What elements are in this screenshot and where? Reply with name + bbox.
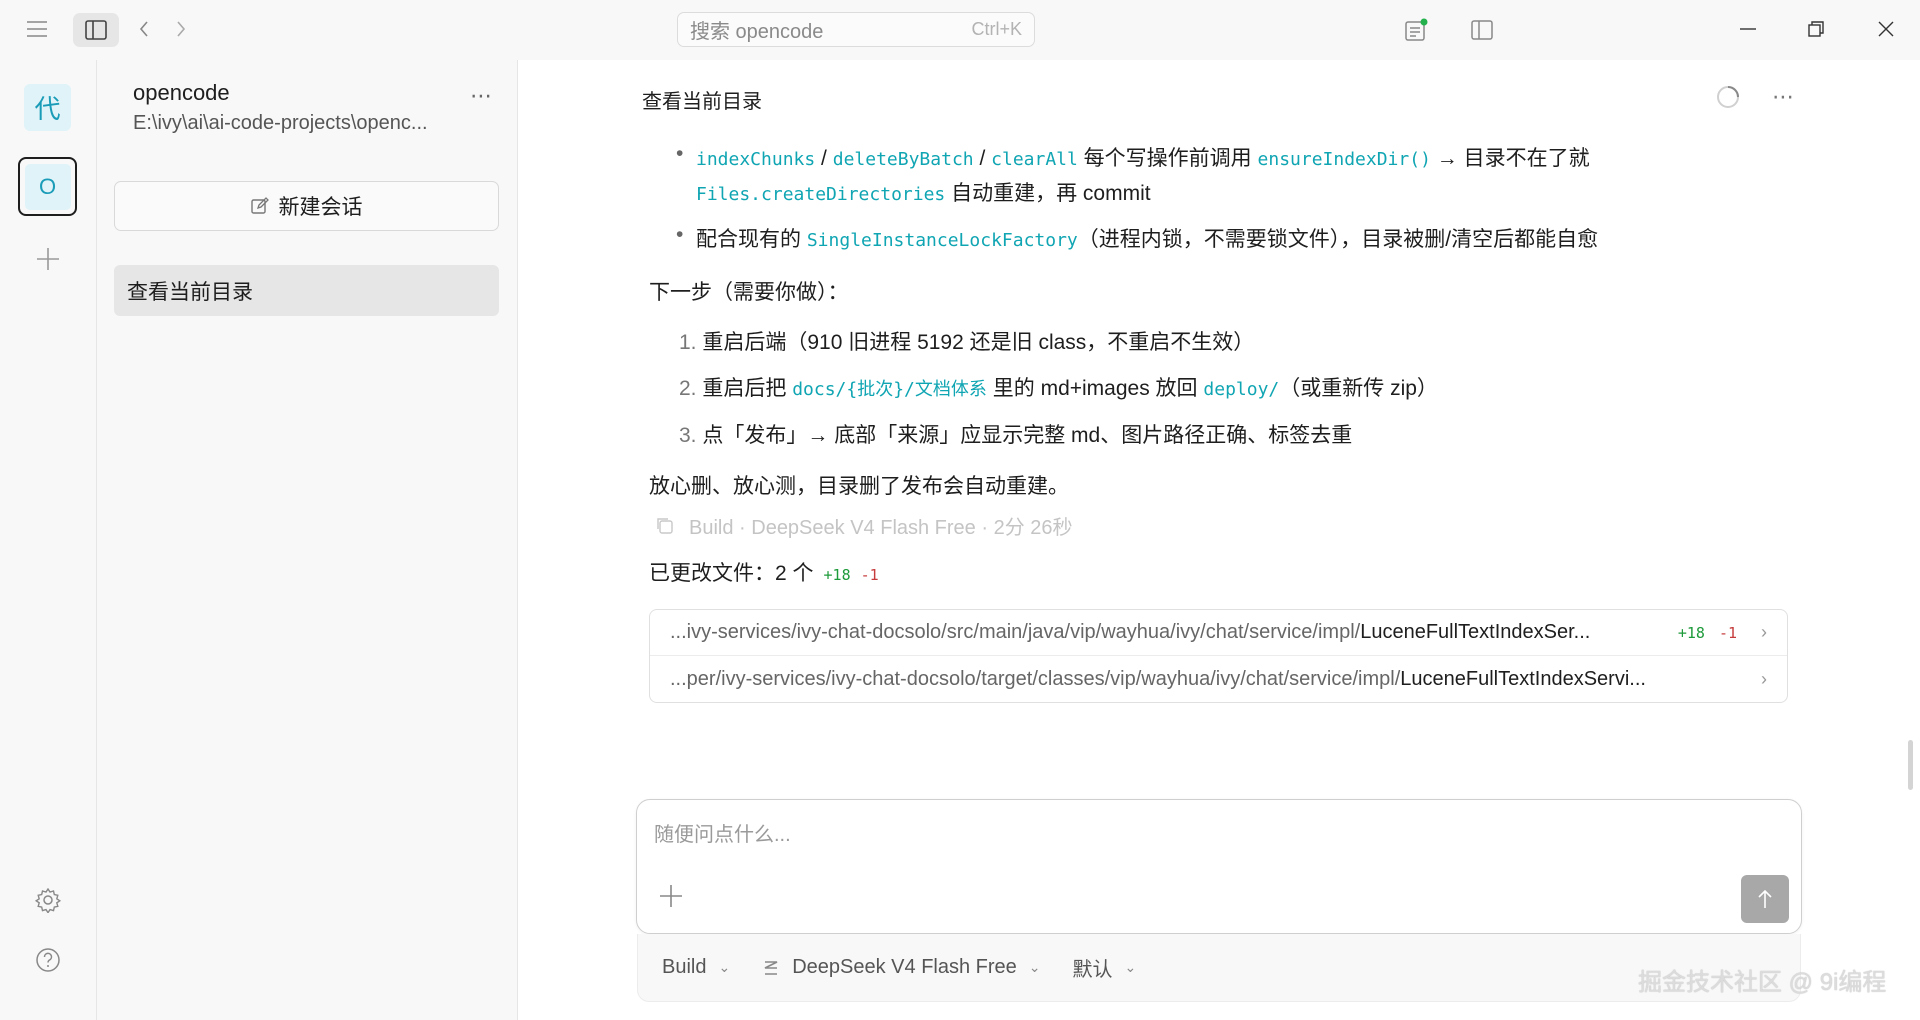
bullet-text: → 目录不在了就: [1430, 147, 1590, 170]
new-session-label: 新建会话: [278, 196, 363, 219]
bullet-item-2: 配合现有的 SingleInstanceLockFactory（进程内锁，不需要…: [676, 223, 1599, 253]
new-session-button[interactable]: 新建会话: [114, 181, 499, 231]
restore-icon[interactable]: [1801, 14, 1831, 44]
back-icon[interactable]: [133, 14, 155, 44]
deletions-count: -1: [860, 566, 879, 584]
conversation-more-icon[interactable]: ⋯: [1768, 83, 1798, 111]
title-bar: 搜索 opencode Ctrl+K: [0, 0, 1920, 61]
bullet-text: 配合现有的: [696, 228, 807, 251]
project-more-icon[interactable]: ⋯: [466, 83, 496, 108]
inline-code: clearAll: [991, 149, 1078, 170]
minimize-icon[interactable]: [1733, 14, 1763, 44]
step-text: 里的 md+images 放回: [986, 377, 1204, 400]
status-icon[interactable]: [1401, 14, 1431, 46]
prompt-input[interactable]: 随便问点什么...: [636, 799, 1802, 934]
search-placeholder: 搜索 opencode: [690, 21, 824, 43]
inline-code: ensureIndexDir(): [1257, 149, 1431, 170]
arrow-up-icon: [1758, 889, 1772, 908]
search-input[interactable]: 搜索 opencode Ctrl+K: [677, 12, 1035, 47]
step-item-1: 1. 重启后端（910 旧进程 5192 还是旧 class，不重启不生效）: [679, 326, 1254, 356]
watermark: 掘金技术社区 @ 9i编程: [1638, 969, 1887, 996]
bullet-item-1-continued: Files.createDirectories 自动重建，再 commit: [696, 177, 1151, 207]
file-additions: +18: [1677, 623, 1705, 642]
settings-icon[interactable]: [33, 885, 63, 915]
model-select[interactable]: DeepSeek V4 Flash Free ⌄: [762, 956, 1041, 979]
composer-options-bar: Build ⌄ DeepSeek V4 Flash Free ⌄ 默认 ⌄: [637, 934, 1801, 1002]
model-select-label: DeepSeek V4 Flash Free: [792, 956, 1017, 978]
step-text: （或重新传 zip）: [1279, 377, 1438, 400]
project-avatar-label: O: [24, 163, 71, 210]
project-path: E:\ivy\ai\ai-code-projects\openc...: [133, 112, 428, 134]
copy-icon[interactable]: [655, 516, 675, 536]
agent-select[interactable]: Build ⌄: [662, 956, 730, 979]
project-avatar-opencode[interactable]: O: [18, 157, 77, 216]
sidebar-icon: [85, 20, 107, 40]
step-number: 1.: [679, 331, 697, 354]
meta-text: Build · DeepSeek V4 Flash Free · 2分 26秒: [689, 517, 1073, 539]
right-panel-icon[interactable]: [1467, 14, 1497, 46]
close-icon[interactable]: [1871, 14, 1901, 44]
bullet-text: /: [815, 147, 833, 170]
chevron-down-icon: ⌄: [1124, 959, 1137, 975]
changed-file-row[interactable]: ...per/ivy-services/ivy-chat-docsolo/tar…: [650, 656, 1787, 702]
send-button[interactable]: [1741, 875, 1789, 923]
project-name: opencode: [133, 80, 230, 105]
file-name: LuceneFullTextIndexSer...: [1360, 621, 1591, 643]
variant-select-label: 默认: [1072, 959, 1113, 981]
step-text: 点「发布」→ 底部「来源」应显示完整 md、图片路径正确、标签去重: [702, 424, 1353, 447]
inline-code: Files.createDirectories: [696, 184, 946, 205]
chevron-down-icon: ⌄: [1028, 959, 1041, 975]
bullet-text: （进程内锁，不需要锁文件），目录被删/清空后都能自愈: [1077, 228, 1599, 251]
changed-files-summary: 已更改文件：2 个 +18 -1: [649, 557, 879, 587]
scrollbar-thumb[interactable]: [1908, 740, 1913, 790]
closing-message: 放心删、放心测，目录删了发布会自动重建。: [649, 475, 1069, 498]
file-name: LuceneFullTextIndexServi...: [1400, 667, 1646, 690]
file-dir: ...ivy-services/ivy-chat-docsolo/src/mai…: [670, 621, 1361, 643]
variant-select[interactable]: 默认 ⌄: [1073, 953, 1137, 982]
changed-files-list: ...ivy-services/ivy-chat-docsolo/src/mai…: [649, 609, 1788, 703]
chevron-down-icon: ⌄: [718, 959, 731, 975]
bullet-text: /: [973, 147, 992, 170]
chevron-right-icon: ›: [1761, 668, 1767, 689]
inline-code: SingleInstanceLockFactory: [806, 230, 1078, 251]
edit-icon: [250, 197, 269, 214]
step-text: 重启后端（910 旧进程 5192 还是旧 class，不重启不生效）: [702, 331, 1255, 354]
agent-select-label: Build: [662, 956, 707, 978]
inline-code: docs/{批次}/文档体系: [792, 379, 987, 400]
step-item-3: 3. 点「发布」→ 底部「来源」应显示完整 md、图片路径正确、标签去重: [679, 419, 1352, 449]
menu-icon[interactable]: [22, 14, 52, 44]
session-item[interactable]: 查看当前目录: [114, 265, 499, 316]
bullet-text: 自动重建，再 commit: [945, 182, 1151, 205]
conversation-title: 查看当前目录: [642, 91, 762, 113]
session-title: 查看当前目录: [127, 280, 253, 304]
inline-code: deleteByBatch: [832, 149, 974, 170]
file-dir: ...per/ivy-services/ivy-chat-docsolo/tar…: [670, 667, 1401, 690]
loading-spinner-icon: [1714, 83, 1742, 111]
bullet-text: 每个写操作前调用: [1077, 147, 1258, 170]
chevron-right-icon: ›: [1761, 622, 1767, 642]
help-icon[interactable]: [33, 945, 63, 975]
inline-code: deploy/: [1203, 379, 1280, 400]
project-avatar-dai[interactable]: 代: [24, 84, 71, 131]
next-step-heading: 下一步（需要你做）：: [649, 281, 849, 304]
changed-files-label: 已更改文件：2 个: [649, 562, 814, 585]
add-project-icon[interactable]: [33, 244, 63, 274]
inline-code: indexChunks: [696, 149, 816, 170]
file-deletions: -1: [1718, 623, 1737, 642]
sidebar-toggle-button[interactable]: [73, 13, 119, 47]
prompt-placeholder: 随便问点什么...: [654, 824, 791, 846]
search-shortcut: Ctrl+K: [971, 19, 1022, 39]
forward-icon[interactable]: [170, 14, 192, 44]
step-number: 3.: [679, 424, 697, 447]
model-provider-icon: [764, 960, 778, 975]
message-meta: Build · DeepSeek V4 Flash Free · 2分 26秒: [655, 511, 1073, 540]
step-number: 2.: [679, 377, 697, 400]
bullet-item-1: indexChunks / deleteByBatch / clearAll 每…: [676, 142, 1590, 172]
attach-icon[interactable]: [659, 884, 683, 914]
changed-file-row[interactable]: ...ivy-services/ivy-chat-docsolo/src/mai…: [650, 610, 1787, 656]
step-item-2: 2. 重启后把 docs/{批次}/文档体系 里的 md+images 放回 d…: [679, 372, 1438, 402]
additions-count: +18: [823, 566, 851, 584]
step-text: 重启后把: [702, 377, 793, 400]
